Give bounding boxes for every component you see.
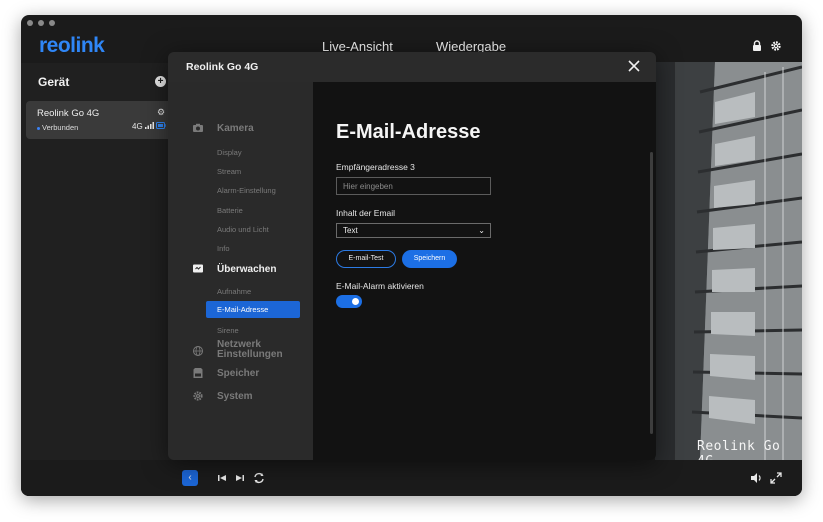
app-window: reolink Live-Ansicht Wiedergabe Gerät + … (21, 15, 802, 496)
device-sidebar: Gerät + Reolink Go 4G ⚙ Verbunden 4G (21, 63, 176, 496)
content-scrollbar[interactable] (650, 152, 653, 434)
device-status: Verbunden (37, 123, 78, 132)
close-icon[interactable] (627, 59, 641, 73)
next-icon[interactable] (232, 470, 248, 486)
window-zoom-dot[interactable] (49, 20, 55, 26)
camera-image (655, 62, 802, 460)
chevron-down-icon: ⌄ (478, 226, 485, 235)
nav-netzwerk-line2: Einstellungen (217, 349, 283, 360)
email-alarm-label: E-Mail-Alarm aktivieren (336, 281, 424, 291)
recipient-label: Empfängeradresse 3 (336, 162, 415, 172)
nav-section-speicher[interactable]: Speicher (217, 369, 259, 379)
sidebar-title: Gerät (38, 75, 70, 89)
nav-item-aufnahme[interactable]: Aufnahme (217, 287, 251, 296)
window-close-dot[interactable] (27, 20, 33, 26)
settings-dialog: Reolink Go 4G Kamera Display Stream Alar… (168, 52, 656, 460)
fullscreen-icon[interactable] (768, 470, 784, 486)
device-card[interactable]: Reolink Go 4G ⚙ Verbunden 4G (26, 101, 176, 139)
settings-content: E-Mail-Adresse Empfängeradresse 3 Inhalt… (313, 82, 656, 460)
monitor-icon (193, 264, 203, 273)
globe-icon (193, 346, 203, 356)
nav-section-system[interactable]: System (217, 392, 253, 402)
collapse-sidebar-button[interactable]: ‹ (182, 470, 198, 486)
recipient-email-input[interactable] (336, 177, 491, 195)
device-settings-icon[interactable]: ⚙ (157, 107, 165, 118)
refresh-icon[interactable] (251, 470, 267, 486)
add-device-button[interactable]: + (155, 76, 166, 87)
previous-icon[interactable] (214, 470, 230, 486)
toggle-knob (352, 298, 359, 305)
camera-icon (193, 123, 203, 132)
live-video-feed[interactable] (655, 62, 802, 460)
playback-controls: ‹ (21, 460, 802, 496)
volume-icon[interactable] (748, 470, 764, 486)
device-signal: 4G (132, 122, 166, 131)
nav-item-info[interactable]: Info (217, 244, 230, 253)
nav-item-stream[interactable]: Stream (217, 167, 241, 176)
device-name: Reolink Go 4G (37, 108, 100, 119)
system-gear-icon (193, 391, 203, 401)
nav-section-kamera[interactable]: Kamera (217, 124, 254, 134)
nav-item-display[interactable]: Display (217, 148, 242, 157)
settings-nav: Kamera Display Stream Alarm-Einstellung … (168, 82, 313, 460)
signal-bars-icon (144, 122, 154, 129)
nav-section-ueberwachen[interactable]: Überwachen (217, 265, 276, 275)
email-content-label: Inhalt der Email (336, 208, 396, 218)
email-content-select[interactable]: Text ⌄ (336, 223, 491, 238)
window-minimize-dot[interactable] (38, 20, 44, 26)
nav-item-batterie[interactable]: Batterie (217, 206, 243, 215)
gear-icon[interactable] (769, 39, 783, 53)
email-content-value: Text (343, 226, 358, 235)
title-bar (21, 15, 802, 31)
device-status-text: Verbunden (42, 123, 79, 132)
network-type: 4G (132, 122, 143, 131)
dialog-header: Reolink Go 4G (168, 52, 656, 82)
nav-item-audio-und-licht[interactable]: Audio und Licht (217, 225, 269, 234)
battery-icon (156, 122, 166, 129)
page-title: E-Mail-Adresse (336, 121, 481, 143)
email-test-button[interactable]: E-mail-Test (336, 250, 396, 268)
reolink-logo: reolink (39, 34, 105, 57)
nav-item-e-mail-adresse[interactable]: E-Mail-Adresse (206, 301, 300, 318)
dialog-title: Reolink Go 4G (186, 61, 259, 73)
storage-icon (193, 368, 203, 378)
status-dot-icon (37, 126, 40, 130)
save-button[interactable]: Speichern (402, 250, 457, 268)
email-alarm-toggle[interactable] (336, 295, 362, 308)
lock-icon[interactable] (750, 39, 764, 53)
nav-section-netzwerk[interactable]: Netzwerk Einstellungen (217, 340, 283, 360)
nav-item-alarm-einstellung[interactable]: Alarm-Einstellung (217, 186, 276, 195)
nav-item-sirene[interactable]: Sirene (217, 326, 239, 335)
